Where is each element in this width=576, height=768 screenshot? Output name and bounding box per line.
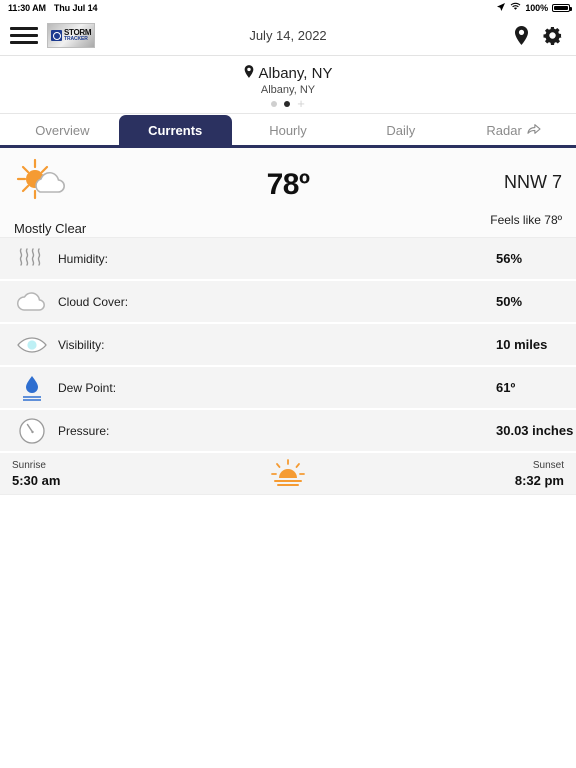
map-pin-icon xyxy=(244,65,254,82)
detail-row-humidity: Humidity: 56% xyxy=(0,238,576,281)
tab-currents-label: Currents xyxy=(148,122,203,138)
add-location-button[interactable]: + xyxy=(297,97,305,110)
tab-bar: Overview Currents Hourly Daily Radar xyxy=(0,114,576,148)
detail-label-humidity: Humidity: xyxy=(58,251,109,266)
empty-content-area xyxy=(0,495,576,755)
detail-value-pressure: 30.03 inches xyxy=(496,423,574,438)
detail-label-cloud-cover: Cloud Cover: xyxy=(58,294,129,309)
detail-label-pressure: Pressure: xyxy=(58,423,110,438)
sun-behind-cloud-icon xyxy=(14,158,70,208)
map-pin-icon[interactable] xyxy=(514,25,529,45)
app-navbar: STORM TRACKER July 14, 2022 xyxy=(0,15,576,56)
location-arrow-icon xyxy=(496,2,506,14)
detail-value-cloud-cover: 50% xyxy=(496,294,523,309)
pager-dot-1[interactable] xyxy=(271,101,278,107)
wifi-icon xyxy=(510,2,521,13)
detail-value-dew-point: 61º xyxy=(496,380,516,395)
tab-hourly[interactable]: Hourly xyxy=(232,115,345,145)
details-list: Humidity: 56% Cloud Cover: 50% Visibilit… xyxy=(0,238,576,453)
sunset-label: Sunset xyxy=(532,459,564,471)
cloud-icon xyxy=(12,291,52,313)
status-date: Thu Jul 14 xyxy=(53,2,98,13)
feels-like-text: Feels like 78º xyxy=(490,213,562,227)
detail-row-visibility: Visibility: 10 miles xyxy=(0,324,576,367)
status-time: 11:30 AM xyxy=(8,2,46,13)
location-subtitle: Albany, NY xyxy=(260,84,316,96)
current-condition-text: Mostly Clear xyxy=(14,221,87,236)
share-arrow-icon xyxy=(527,123,541,138)
eye-visibility-icon xyxy=(12,335,52,355)
gear-icon[interactable] xyxy=(543,26,562,45)
tab-hourly-label: Hourly xyxy=(269,122,307,138)
detail-row-pressure: Pressure: 30.03 inches xyxy=(0,410,576,453)
tab-overview-label: Overview xyxy=(35,122,90,138)
tab-currents[interactable]: Currents xyxy=(118,115,232,145)
location-name-row[interactable]: Albany, NY xyxy=(244,65,333,82)
water-droplet-icon xyxy=(12,374,52,402)
current-temperature: 78º xyxy=(266,168,310,201)
battery-icon xyxy=(552,3,572,12)
hamburger-menu-icon[interactable] xyxy=(10,24,38,46)
tab-overview[interactable]: Overview xyxy=(6,115,119,145)
detail-label-dew-point: Dew Point: xyxy=(58,380,117,395)
location-name: Albany, NY xyxy=(258,65,333,82)
location-header: Albany, NY Albany, NY + xyxy=(0,56,576,114)
humidity-waves-icon xyxy=(12,247,52,271)
location-pager[interactable]: + xyxy=(0,97,576,110)
current-wind: NNW 7 xyxy=(504,172,562,192)
detail-label-visibility: Visibility: xyxy=(58,337,105,352)
detail-row-cloud-cover: Cloud Cover: 50% xyxy=(0,281,576,324)
detail-value-humidity: 56% xyxy=(496,251,523,266)
current-conditions: Mostly Clear 78º NNW 7 Feels like 78º xyxy=(0,148,576,238)
logo-mark-icon xyxy=(51,29,62,41)
battery-percent: 100% xyxy=(525,2,548,13)
tab-daily[interactable]: Daily xyxy=(344,115,457,145)
sunrise-time: 5:30 am xyxy=(12,472,61,488)
sunset-time: 8:32 pm xyxy=(514,472,564,488)
sunrise-label: Sunrise xyxy=(12,459,46,471)
detail-value-visibility: 10 miles xyxy=(496,337,548,352)
status-bar: 11:30 AM Thu Jul 14 100% xyxy=(0,0,576,15)
barometer-gauge-icon xyxy=(12,417,52,445)
tab-radar[interactable]: Radar xyxy=(457,115,570,145)
tab-daily-label: Daily xyxy=(386,122,416,138)
logo-subtitle: TRACKER xyxy=(64,35,88,42)
detail-row-dew-point: Dew Point: 61º xyxy=(0,367,576,410)
pager-dot-2[interactable] xyxy=(284,101,291,107)
app-logo[interactable]: STORM TRACKER xyxy=(47,22,95,48)
sunrise-sunset-row: Sunrise 5:30 am Sunset 8:32 pm xyxy=(0,453,576,495)
tab-radar-label: Radar xyxy=(486,122,522,138)
